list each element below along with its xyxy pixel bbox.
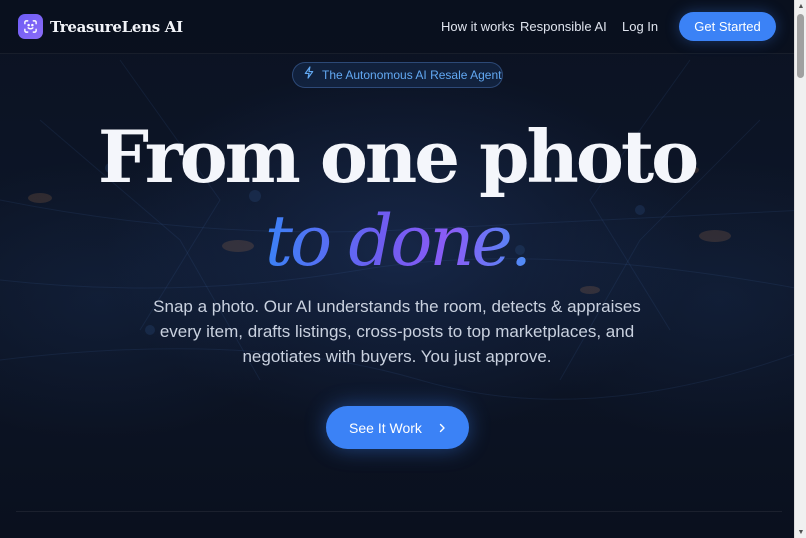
nav-link-responsible-ai[interactable]: Responsible AI	[520, 19, 607, 34]
scrollbar-thumb[interactable]	[797, 14, 804, 78]
section-divider	[16, 511, 782, 512]
badge-label: The Autonomous AI Resale Agent	[322, 68, 502, 82]
hero-subtitle: Snap a photo. Our AI understands the roo…	[153, 297, 641, 366]
scroll-up-icon[interactable]: ▲	[795, 0, 806, 12]
nav-link-log-in[interactable]: Log In	[622, 19, 658, 34]
hero-headline-line1: From one photo	[97, 114, 699, 199]
brand-name: TreasureLens AI	[50, 17, 183, 36]
hero-headline-line2: to done.	[0, 196, 794, 286]
get-started-button[interactable]: Get Started	[679, 12, 776, 41]
see-it-work-label: See It Work	[349, 419, 422, 436]
hero-badge: The Autonomous AI Resale Agent	[292, 62, 503, 88]
hero-headline-accent: to done.	[264, 200, 532, 282]
brand-logo[interactable]: TreasureLens AI	[18, 14, 183, 39]
scan-icon	[18, 14, 43, 39]
page-scrollbar[interactable]: ▲ ▼	[794, 0, 806, 538]
nav-link-how-it-works[interactable]: How it works	[441, 19, 515, 34]
scroll-down-icon[interactable]: ▼	[795, 526, 806, 538]
chevron-right-icon	[438, 420, 446, 436]
see-it-work-button[interactable]: See It Work	[326, 406, 469, 449]
top-navigation: TreasureLens AI How it works Responsible…	[0, 0, 794, 54]
lightning-icon	[303, 66, 315, 84]
